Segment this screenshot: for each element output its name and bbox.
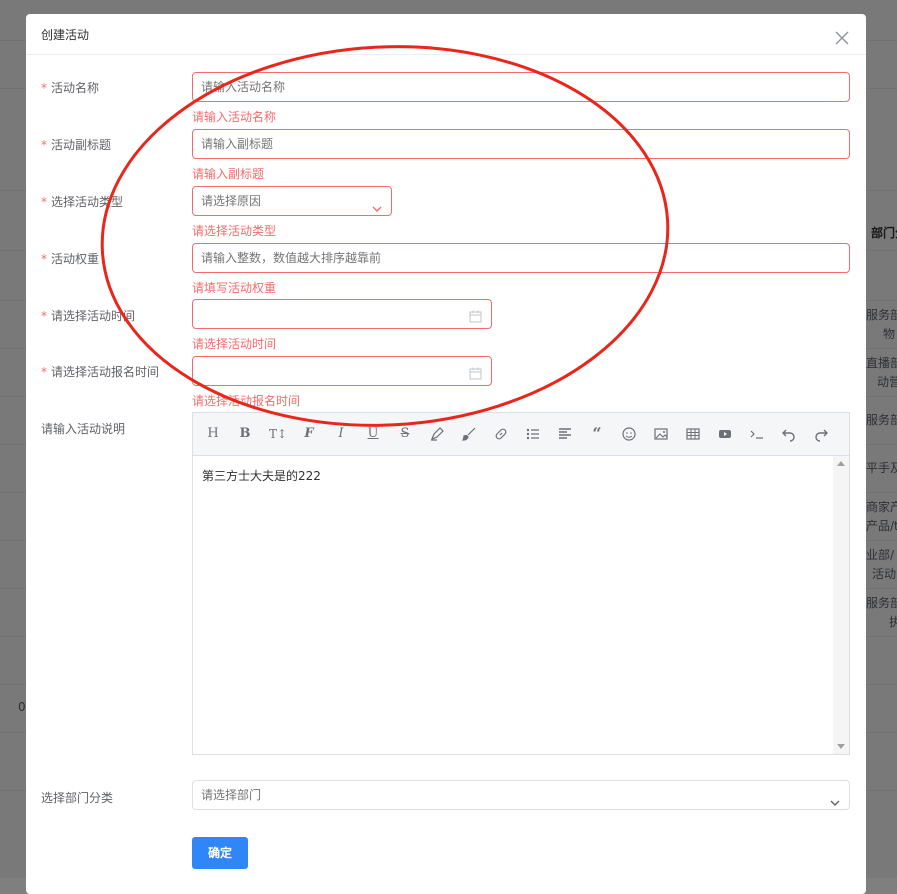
close-icon[interactable] [832,28,852,48]
code-icon[interactable] [749,426,765,442]
emoji-icon[interactable] [621,426,637,442]
chevron-down-icon[interactable] [829,792,841,806]
activity-name-label: * 活动名称 [41,81,100,95]
underline-icon[interactable]: U [365,426,381,442]
scroll-down-icon[interactable] [837,744,845,749]
department-label: 选择部门分类 [41,791,114,805]
editor-scrollbar[interactable] [833,456,849,754]
quote-icon[interactable]: “ [589,426,605,442]
font-size-icon[interactable]: T↕ [269,426,287,442]
list-icon[interactable] [525,426,541,442]
signup-time-label: * 请选择活动报名时间 [41,365,160,379]
align-icon[interactable] [557,426,573,442]
signup-time-picker[interactable] [192,356,492,386]
activity-type-label: * 选择活动类型 [41,195,124,209]
create-activity-dialog: 创建活动 *活动名称 请输入活动名称 *活动副标题 请输入副标题 *选择活动类型… [26,14,866,894]
header-divider [26,54,866,55]
activity-name-input[interactable] [192,72,850,102]
heading-icon[interactable]: H [205,426,221,442]
dialog-title: 创建活动 [41,28,90,42]
link-icon[interactable] [493,426,509,442]
image-icon[interactable] [653,426,669,442]
font-family-icon[interactable]: F [301,426,317,442]
weight-input[interactable] [192,243,850,273]
activity-time-error: 请选择活动时间 [192,337,277,351]
signup-time-error: 请选择活动报名时间 [192,394,301,408]
table-icon[interactable] [685,426,701,442]
weight-label: * 活动权重 [41,252,100,266]
calendar-icon[interactable] [469,365,482,380]
description-label: 请输入活动说明 [41,422,126,436]
department-select[interactable] [192,780,850,810]
activity-type-error: 请选择活动类型 [192,224,277,238]
redo-icon[interactable] [813,426,829,442]
calendar-icon[interactable] [469,308,482,323]
scroll-up-icon[interactable] [837,461,845,466]
undo-icon[interactable] [781,426,797,442]
bold-icon[interactable]: B [237,426,253,442]
rich-text-editor: H B T↕ F I U S “ 第三方士大夫是的222 [192,412,850,755]
pen-icon[interactable] [429,426,445,442]
activity-time-label: * 请选择活动时间 [41,309,136,323]
confirm-button[interactable]: 确定 [192,837,248,869]
activity-time-picker[interactable] [192,299,492,329]
weight-error: 请填写活动权重 [192,281,277,295]
chevron-down-icon[interactable] [371,198,383,212]
brush-icon[interactable] [461,426,477,442]
strikethrough-icon[interactable]: S [397,426,413,442]
activity-type-select[interactable] [192,186,392,216]
video-icon[interactable] [717,426,733,442]
subtitle-input[interactable] [192,129,850,159]
editor-content[interactable]: 第三方士大夫是的222 [193,456,833,754]
editor-toolbar: H B T↕ F I U S “ [193,413,849,456]
activity-name-error: 请输入活动名称 [192,110,277,124]
subtitle-error: 请输入副标题 [192,167,265,181]
italic-icon[interactable]: I [333,426,349,442]
subtitle-label: * 活动副标题 [41,138,112,152]
